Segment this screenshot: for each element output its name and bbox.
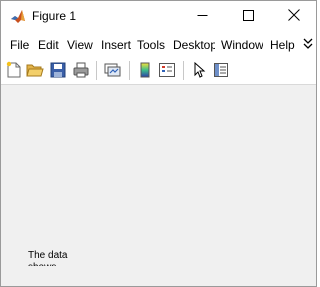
- menu-overflow-icon[interactable]: [302, 36, 314, 50]
- maximize-button[interactable]: [225, 1, 271, 32]
- menu-help[interactable]: Help: [270, 38, 295, 52]
- minimize-button[interactable]: [179, 1, 225, 32]
- insert-legend-icon[interactable]: [158, 61, 176, 79]
- link-plot-icon[interactable]: [103, 61, 121, 79]
- toolbar: [1, 56, 316, 85]
- close-icon: [288, 8, 300, 26]
- menu-insert[interactable]: Insert: [101, 38, 131, 52]
- menu-desktop[interactable]: Desktop: [173, 38, 215, 52]
- close-button[interactable]: [271, 1, 316, 32]
- print-icon[interactable]: [72, 61, 90, 79]
- insert-colorbar-icon[interactable]: [136, 61, 154, 79]
- figure-text-annotation: The data shows: [28, 250, 68, 266]
- open-file-icon[interactable]: [26, 61, 44, 79]
- menu-file[interactable]: File: [10, 38, 29, 52]
- maximize-icon: [242, 8, 254, 26]
- menu-view[interactable]: View: [67, 38, 93, 52]
- window-title: Figure 1: [32, 9, 77, 23]
- title-bar[interactable]: Figure 1: [1, 1, 316, 32]
- figure-window: Figure 1 File Edit View Insert Tools Des…: [0, 0, 317, 287]
- toolbar-separator: [96, 61, 97, 80]
- toolbar-separator: [129, 61, 130, 80]
- save-icon[interactable]: [49, 61, 67, 79]
- property-inspector-icon[interactable]: [212, 61, 230, 79]
- minimize-icon: [197, 8, 208, 26]
- toolbar-separator: [183, 61, 184, 80]
- menu-tools[interactable]: Tools: [137, 38, 165, 52]
- menu-edit[interactable]: Edit: [38, 38, 59, 52]
- new-figure-icon[interactable]: [5, 61, 23, 79]
- figure-canvas[interactable]: The data shows: [1, 86, 316, 286]
- edit-plot-icon[interactable]: [190, 61, 208, 79]
- menu-window[interactable]: Window: [221, 38, 263, 52]
- matlab-icon: [10, 9, 26, 25]
- menu-bar: File Edit View Insert Tools Desktop Wind…: [1, 32, 316, 56]
